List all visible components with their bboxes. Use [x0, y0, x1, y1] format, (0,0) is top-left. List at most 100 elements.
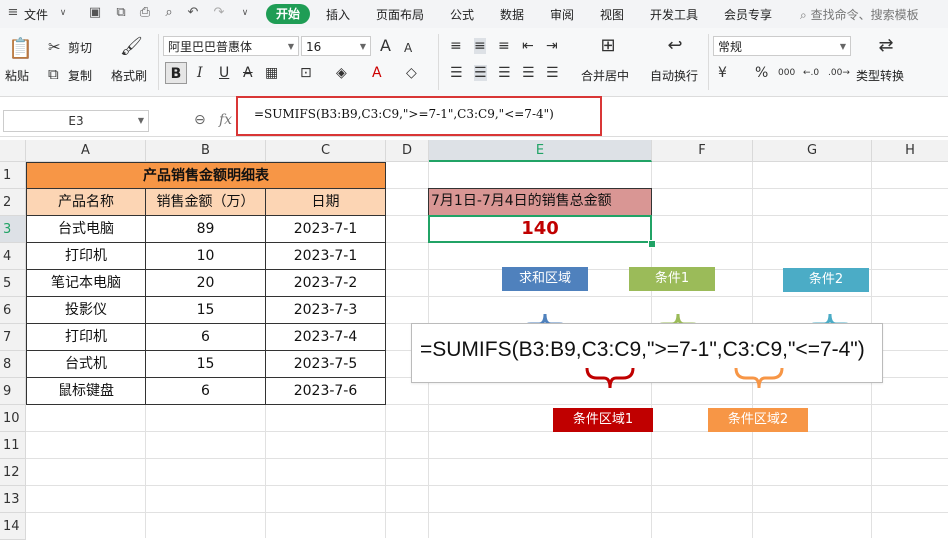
tab-formulas[interactable]: 公式	[450, 6, 474, 23]
table-cell[interactable]: 2023-7-2	[265, 269, 386, 297]
row-header-13[interactable]: 13	[0, 486, 26, 513]
column-header-e[interactable]: E	[429, 140, 652, 162]
table-cell[interactable]: 89	[145, 215, 266, 243]
export-icon[interactable]: ⧉	[114, 6, 128, 20]
chevron-down-icon[interactable]: ∨	[56, 6, 70, 20]
column-header-h[interactable]: H	[872, 140, 948, 162]
copy-icon[interactable]: ⧉	[48, 66, 59, 82]
column-header-b[interactable]: B	[146, 140, 266, 162]
percent-icon[interactable]: %	[755, 65, 768, 81]
font-color-icon[interactable]: A	[372, 65, 382, 81]
row-header-11[interactable]: 11	[0, 432, 26, 459]
table-cell[interactable]: 台式电脑	[26, 215, 146, 243]
table-cell[interactable]: 10	[145, 242, 266, 270]
table-title[interactable]: 产品销售金额明细表	[26, 162, 386, 189]
grow-font-icon[interactable]: A	[380, 38, 391, 54]
table-cell[interactable]: 15	[145, 350, 266, 378]
paste-icon[interactable]: 📋	[8, 38, 33, 58]
row-header-6[interactable]: 6	[0, 297, 26, 324]
increase-indent-icon[interactable]: ⇥	[546, 38, 558, 54]
bold-button[interactable]: B	[165, 62, 187, 84]
thousands-icon[interactable]: 000	[778, 65, 795, 81]
table-cell[interactable]: 笔记本电脑	[26, 269, 146, 297]
merge-center-button[interactable]: 合并居中	[581, 67, 629, 84]
table-cell[interactable]: 6	[145, 377, 266, 405]
scissors-icon[interactable]: ✂	[48, 39, 61, 55]
copy-button[interactable]: 复制	[68, 67, 92, 84]
row-header-10[interactable]: 10	[0, 405, 26, 432]
row-header-4[interactable]: 4	[0, 243, 26, 270]
row-header-12[interactable]: 12	[0, 459, 26, 486]
border-icon[interactable]: ▦	[265, 65, 278, 81]
row-header-5[interactable]: 5	[0, 270, 26, 297]
column-header-f[interactable]: F	[652, 140, 753, 162]
row-header-14[interactable]: 14	[0, 513, 26, 540]
wrap-text-icon[interactable]: ↩	[665, 37, 685, 55]
table-cell[interactable]: 打印机	[26, 323, 146, 351]
row-header-1[interactable]: 1	[0, 162, 26, 189]
row-header-2[interactable]: 2	[0, 189, 26, 216]
align-left-icon[interactable]: ☰	[450, 65, 463, 81]
clear-format-icon[interactable]: ◇	[406, 65, 417, 81]
align-right-icon[interactable]: ☰	[498, 65, 511, 81]
decrease-decimal-icon[interactable]: .00→	[828, 65, 850, 81]
print-icon[interactable]: ⎙	[138, 6, 152, 20]
font-name-select[interactable]: 阿里巴巴普惠体 ▼	[163, 36, 299, 56]
currency-icon[interactable]: ¥	[718, 65, 727, 81]
table-header-amount[interactable]: 销售金额（万）	[145, 188, 266, 216]
fill-handle[interactable]	[648, 240, 656, 248]
wrap-text-button[interactable]: 自动换行	[650, 67, 698, 84]
table-cell[interactable]: 投影仪	[26, 296, 146, 324]
tab-review[interactable]: 审阅	[550, 6, 574, 23]
table-cell[interactable]: 2023-7-3	[265, 296, 386, 324]
table-header-product[interactable]: 产品名称	[26, 188, 146, 216]
number-format-select[interactable]: 常规 ▼	[713, 36, 851, 56]
column-header-c[interactable]: C	[266, 140, 386, 162]
hamburger-icon[interactable]: ≡	[6, 6, 20, 20]
table-cell[interactable]: 15	[145, 296, 266, 324]
table-cell[interactable]: 6	[145, 323, 266, 351]
font-size-select[interactable]: 16 ▼	[301, 36, 371, 56]
column-header-a[interactable]: A	[26, 140, 146, 162]
redo-icon[interactable]: ↷	[212, 6, 226, 20]
undo-icon[interactable]: ↶	[186, 6, 200, 20]
cell-e3-result[interactable]: 140	[428, 215, 652, 243]
search-box[interactable]: ⌕ 查找命令、搜索模板	[800, 6, 919, 23]
tab-developer[interactable]: 开发工具	[650, 6, 698, 23]
row-header-7[interactable]: 7	[0, 324, 26, 351]
row-header-9[interactable]: 9	[0, 378, 26, 405]
distribute-icon[interactable]: ☰	[546, 65, 559, 81]
table-cell[interactable]: 2023-7-6	[265, 377, 386, 405]
tab-home[interactable]: 开始	[266, 4, 310, 24]
decrease-indent-icon[interactable]: ⇤	[522, 38, 534, 54]
align-center-icon[interactable]: ☰	[474, 65, 487, 81]
table-cell[interactable]: 2023-7-5	[265, 350, 386, 378]
fill-effect-icon[interactable]: ⊡	[300, 65, 312, 81]
format-painter-button[interactable]: 格式刷	[111, 67, 147, 84]
column-header-d[interactable]: D	[386, 140, 429, 162]
align-middle-icon[interactable]: ≡	[474, 38, 486, 54]
italic-button[interactable]: I	[197, 65, 203, 81]
tab-member[interactable]: 会员专享	[724, 6, 772, 23]
justify-icon[interactable]: ☰	[522, 65, 535, 81]
tab-view[interactable]: 视图	[600, 6, 624, 23]
more-icon[interactable]: ∨	[238, 6, 252, 20]
table-cell[interactable]: 2023-7-1	[265, 215, 386, 243]
table-cell[interactable]: 2023-7-4	[265, 323, 386, 351]
strikethrough-button[interactable]: A	[243, 65, 253, 81]
table-header-date[interactable]: 日期	[265, 188, 386, 216]
merge-center-icon[interactable]: ⊞	[598, 37, 618, 55]
tab-data[interactable]: 数据	[500, 6, 524, 23]
type-convert-button[interactable]: 类型转换	[856, 67, 904, 84]
row-header-3[interactable]: 3	[0, 216, 26, 243]
format-painter-icon[interactable]: 🖌	[120, 38, 143, 56]
table-cell[interactable]: 台式机	[26, 350, 146, 378]
zoom-icon[interactable]: ⊖	[194, 112, 206, 128]
print-preview-icon[interactable]: ⌕	[162, 6, 176, 20]
tab-insert[interactable]: 插入	[326, 6, 350, 23]
type-convert-icon[interactable]: ⇄	[876, 37, 896, 55]
fx-icon[interactable]: fx	[219, 112, 232, 128]
tab-page-layout[interactable]: 页面布局	[376, 6, 424, 23]
column-header-g[interactable]: G	[753, 140, 872, 162]
fill-color-icon[interactable]: ◈	[336, 65, 347, 81]
